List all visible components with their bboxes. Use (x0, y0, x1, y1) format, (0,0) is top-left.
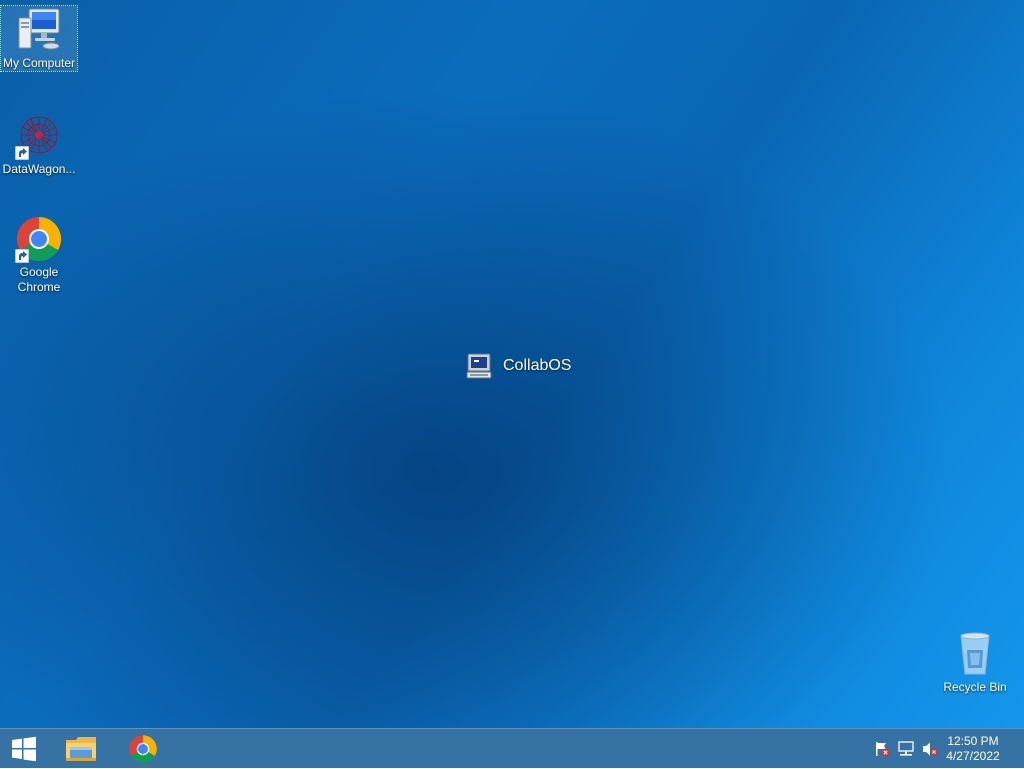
windows-start-icon (12, 736, 36, 762)
taskbar-chrome-button[interactable] (119, 729, 167, 769)
start-button[interactable] (0, 729, 48, 769)
collabos-computer-icon (466, 353, 492, 379)
network-icon[interactable] (898, 741, 914, 757)
desktop-icon-label: My Computer (2, 56, 76, 70)
collabos-branding: CollabOS (465, 352, 571, 380)
desktop-icon-label: Google Chrome (17, 265, 61, 294)
file-explorer-icon (66, 737, 96, 761)
collabos-label: CollabOS (503, 357, 572, 374)
chrome-icon (15, 215, 63, 263)
desktop-icon-google-chrome[interactable]: Google Chrome (1, 215, 77, 295)
shortcut-arrow-icon (15, 146, 29, 160)
desktop-icon-recycle-bin[interactable]: Recycle Bin (937, 630, 1013, 695)
desktop-icon-datawagon[interactable]: DataWagon... (1, 112, 77, 177)
datawagon-icon (15, 112, 63, 160)
my-computer-icon (15, 6, 63, 54)
taskbar-file-explorer-button[interactable] (57, 729, 105, 769)
desktop[interactable]: My Computer DataWagon... Google Chrome R… (0, 0, 1024, 728)
desktop-icon-label: DataWagon... (2, 162, 76, 176)
desktop-icon-my-computer[interactable]: My Computer (0, 5, 78, 72)
action-center-flag-icon[interactable] (874, 741, 890, 757)
clock-date: 4/27/2022 (946, 749, 1000, 763)
volume-muted-icon[interactable] (922, 741, 938, 757)
chrome-icon (129, 735, 157, 763)
clock-time: 12:50 PM (947, 734, 999, 748)
taskbar-clock[interactable]: 12:50 PM 4/27/2022 (938, 734, 1008, 764)
desktop-icon-label: Recycle Bin (943, 680, 1007, 694)
taskbar: 12:50 PM 4/27/2022 (0, 728, 1024, 768)
recycle-bin-icon (951, 630, 999, 678)
shortcut-arrow-icon (15, 249, 29, 263)
